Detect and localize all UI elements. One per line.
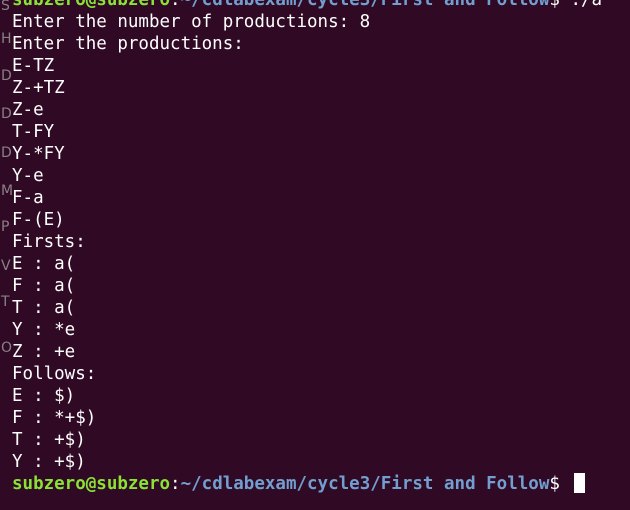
previous-prompt-line: subzero@subzero:~/cdlabexam/cycle3/First…: [0, 0, 630, 11]
output-line: Enter the number of productions: 8: [12, 12, 371, 32]
text-cursor: [574, 473, 586, 493]
output-line: Z : +e: [12, 342, 76, 362]
prompt-user: subzero@subzero: [12, 474, 171, 494]
output-line: E : a(: [12, 254, 76, 274]
output-line: F : a(: [12, 276, 76, 296]
terminal-window[interactable]: S H D D D M P V T O subzero@subzero:~/cd…: [0, 0, 630, 510]
output-line: T : +$): [12, 430, 86, 450]
output-line: Z-+TZ: [12, 78, 65, 98]
terminal-output: subzero@subzero:~/cdlabexam/cycle3/First…: [0, 0, 630, 495]
output-line: Y-*FY: [12, 144, 65, 164]
output-line: F-(E): [12, 210, 65, 230]
output-line: E : $): [12, 386, 76, 406]
prompt-symbol: $: [549, 0, 560, 10]
prompt-path: ~/cdlabexam/cycle3/First and Follow: [180, 474, 550, 494]
output-line: Z-e: [12, 100, 44, 120]
prompt-symbol: $: [549, 474, 571, 494]
output-line: Y : *e: [12, 320, 76, 340]
output-line: F-a: [12, 188, 44, 208]
output-line: E-TZ: [12, 56, 55, 76]
prompt-user: subzero@subzero: [12, 0, 171, 10]
prompt-path: ~/cdlabexam/cycle3/First and Follow: [180, 0, 550, 10]
output-line: T : a(: [12, 298, 76, 318]
output-line: F : *+$): [12, 408, 97, 428]
output-line: Y : +$): [12, 452, 86, 472]
prompt-separator: :: [170, 474, 181, 494]
prompt-separator: :: [170, 0, 181, 10]
output-line: Enter the productions:: [12, 34, 244, 54]
output-lines: Enter the number of productions: 8 Enter …: [0, 11, 630, 473]
output-line: Follows:: [12, 364, 97, 384]
current-prompt-line[interactable]: subzero@subzero:~/cdlabexam/cycle3/First…: [0, 473, 630, 495]
output-line: Firsts:: [12, 232, 86, 252]
output-line: Y-e: [12, 166, 44, 186]
prompt-command: ./a: [559, 0, 603, 10]
output-line: T-FY: [12, 122, 55, 142]
